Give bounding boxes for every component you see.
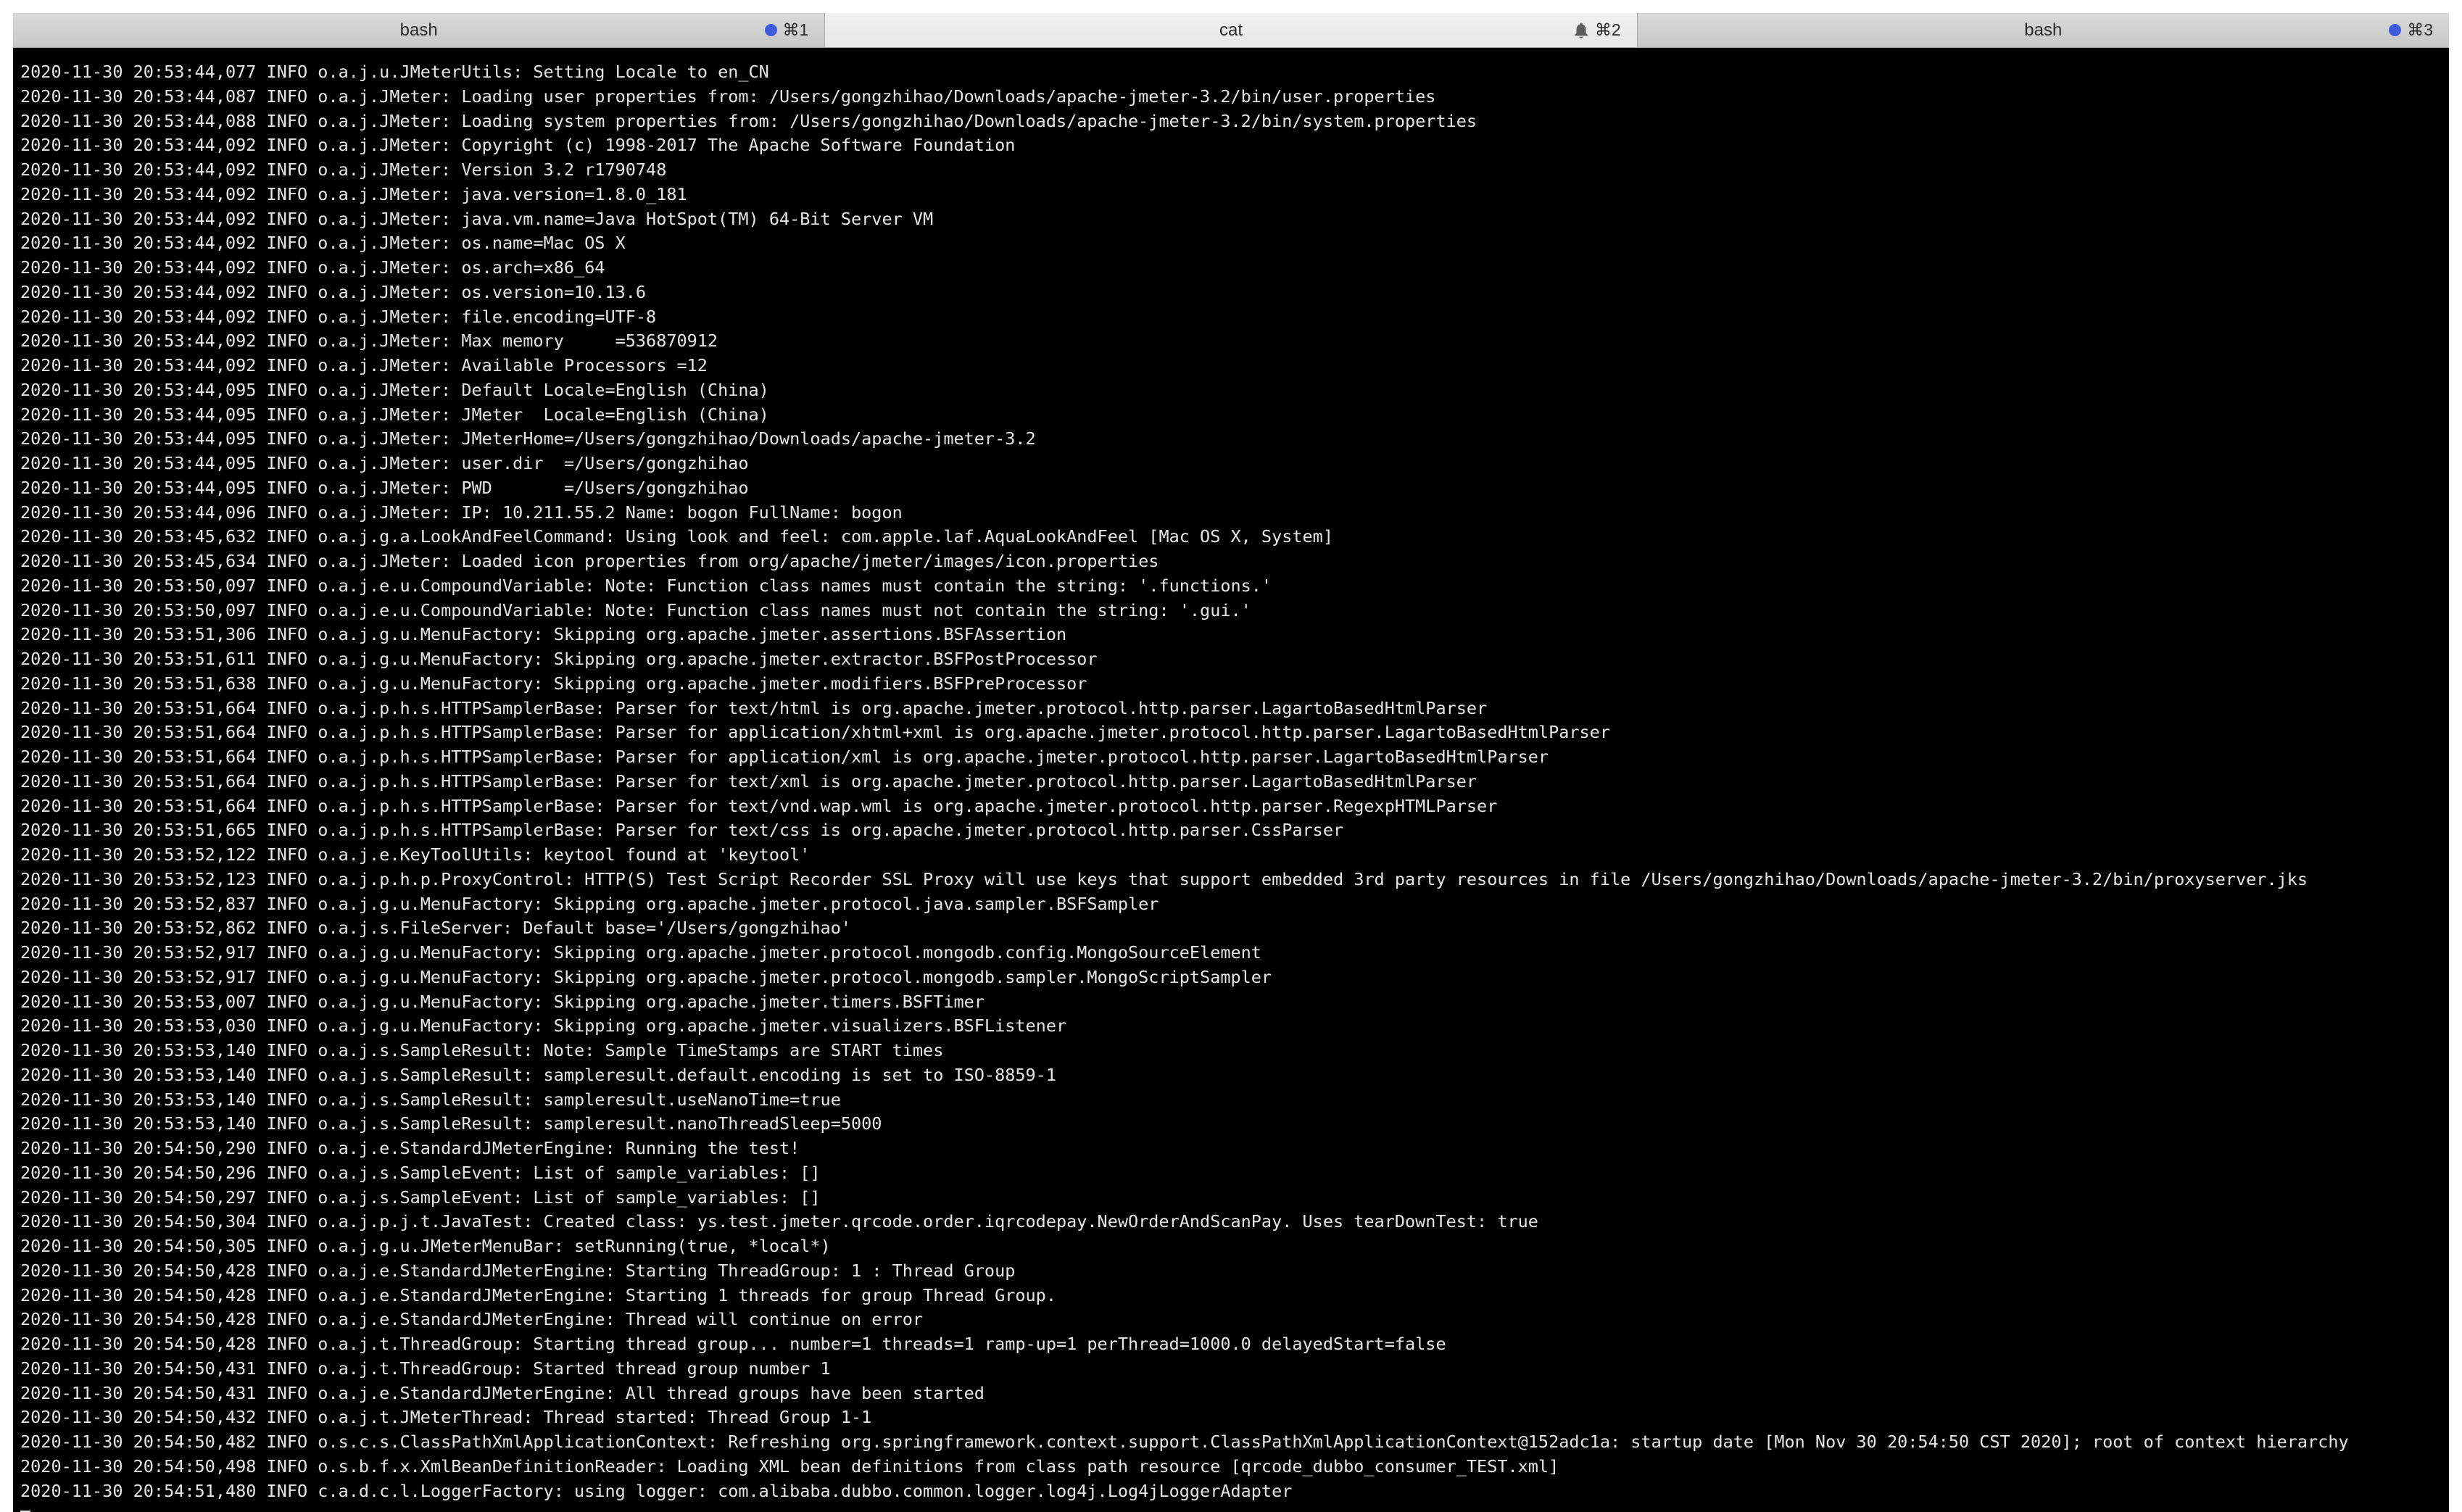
tab-2[interactable]: cat ⌘2 [825,13,1638,47]
terminal-line: 2020-11-30 20:54:50,428 INFO o.a.j.e.Sta… [20,1260,1016,1281]
terminal-line: 2020-11-30 20:54:50,428 INFO o.a.j.e.Sta… [20,1309,924,1330]
terminal-line: 2020-11-30 20:53:45,632 INFO o.a.j.g.a.L… [20,526,1333,547]
terminal-line: 2020-11-30 20:54:50,296 INFO o.a.j.s.Sam… [20,1162,821,1183]
terminal-line: 2020-11-30 20:53:44,092 INFO o.a.j.JMete… [20,355,708,375]
terminal-line: 2020-11-30 20:53:51,664 INFO o.a.j.p.h.s… [20,770,1477,792]
tab-title: bash [399,20,438,40]
terminal-line: 2020-11-30 20:53:50,097 INFO o.a.j.e.u.C… [20,599,1251,620]
terminal-line: 2020-11-30 20:53:52,123 INFO o.a.j.p.h.p… [20,868,2308,889]
terminal-line: 2020-11-30 20:53:51,306 INFO o.a.j.g.u.M… [20,624,1067,645]
terminal-line: 2020-11-30 20:53:44,087 INFO o.a.j.JMete… [20,86,1436,107]
terminal-line: 2020-11-30 20:54:50,432 INFO o.a.j.t.JMe… [20,1407,872,1428]
tab-indicator-group: ⌘2 [1573,13,1621,47]
tab-title: bash [2024,20,2063,40]
terminal-line: 2020-11-30 20:53:44,095 INFO o.a.j.JMete… [20,428,1036,449]
terminal-line: 2020-11-30 20:53:44,095 INFO o.a.j.JMete… [20,477,749,498]
terminal-line: 2020-11-30 20:53:44,092 INFO o.a.j.JMete… [20,331,718,352]
tab-1[interactable]: bash ⌘1 [13,13,826,47]
terminal-line: 2020-11-30 20:53:51,638 INFO o.a.j.g.u.M… [20,673,1087,694]
terminal-line: 2020-11-30 20:53:44,092 INFO o.a.j.JMete… [20,208,934,229]
terminal-line: 2020-11-30 20:53:44,088 INFO o.a.j.JMete… [20,110,1477,131]
terminal-line: 2020-11-30 20:53:44,092 INFO o.a.j.JMete… [20,306,657,327]
terminal-line: 2020-11-30 20:54:51,480 INFO c.a.d.c.l.L… [20,1480,1293,1501]
terminal-line: 2020-11-30 20:53:44,092 INFO o.a.j.JMete… [20,281,647,302]
tab-indicator-group: ⌘3 [2389,13,2433,47]
terminal-line: 2020-11-30 20:53:44,096 INFO o.a.j.JMete… [20,502,903,523]
terminal-line: 2020-11-30 20:53:44,092 INFO o.a.j.JMete… [20,183,687,204]
terminal-line: 2020-11-30 20:53:44,092 INFO o.a.j.JMete… [20,233,626,254]
terminal-line: 2020-11-30 20:54:50,431 INFO o.a.j.e.Sta… [20,1382,985,1403]
terminal-line: 2020-11-30 20:53:44,092 INFO o.a.j.JMete… [20,257,605,278]
terminal-line: 2020-11-30 20:53:52,122 INFO o.a.j.e.Key… [20,844,811,865]
terminal-line: 2020-11-30 20:54:50,431 INFO o.a.j.t.Thr… [20,1358,831,1379]
tab-shortcut: ⌘3 [2407,20,2433,39]
tab-indicator-group: ⌘1 [764,13,809,47]
bell-icon [1575,22,1588,38]
terminal-line: 2020-11-30 20:53:51,664 INFO o.a.j.p.h.s… [20,795,1498,816]
tab-3[interactable]: bash ⌘3 [1637,13,2449,47]
terminal-line: 2020-11-30 20:53:53,140 INFO o.a.j.s.Sam… [20,1040,944,1060]
terminal-line: 2020-11-30 20:53:51,611 INFO o.a.j.g.u.M… [20,649,1098,669]
terminal-line: 2020-11-30 20:53:50,097 INFO o.a.j.e.u.C… [20,575,1272,596]
terminal-line: 2020-11-30 20:53:53,140 INFO o.a.j.s.Sam… [20,1089,841,1110]
terminal-line: 2020-11-30 20:53:52,917 INFO o.a.j.g.u.M… [20,966,1272,987]
terminal-line: 2020-11-30 20:53:44,092 INFO o.a.j.JMete… [20,135,1016,156]
terminal-line: 2020-11-30 20:53:44,095 INFO o.a.j.JMete… [20,379,769,400]
terminal-line: 2020-11-30 20:53:45,634 INFO o.a.j.JMete… [20,551,1159,571]
terminal-window: bash ⌘1 cat ⌘2 bash ⌘3 2020-11-30 20:53:… [13,13,2449,1512]
terminal-line: 2020-11-30 20:54:50,482 INFO o.s.c.s.Cla… [20,1432,2349,1452]
terminal-line: 2020-11-30 20:53:51,664 INFO o.a.j.p.h.s… [20,697,1488,718]
activity-dot-icon [764,24,777,36]
terminal-line: 2020-11-30 20:54:50,428 INFO o.a.j.t.Thr… [20,1334,1446,1354]
prompt-line [20,1503,2449,1512]
terminal-line: 2020-11-30 20:54:50,290 INFO o.a.j.e.Sta… [20,1138,800,1158]
terminal-line: 2020-11-30 20:54:50,297 INFO o.a.j.s.Sam… [20,1187,821,1208]
terminal-line: 2020-11-30 20:54:50,428 INFO o.a.j.e.Sta… [20,1284,1056,1305]
tab-shortcut: ⌘1 [782,20,809,39]
terminal-line: 2020-11-30 20:53:53,030 INFO o.a.j.g.u.M… [20,1015,1067,1037]
terminal-line: 2020-11-30 20:53:51,664 INFO o.a.j.p.h.s… [20,747,1549,767]
terminal-line: 2020-11-30 20:53:52,862 INFO o.a.j.s.Fil… [20,918,852,939]
terminal-line: 2020-11-30 20:53:51,665 INFO o.a.j.p.h.s… [20,820,1344,841]
tab-bar: bash ⌘1 cat ⌘2 bash ⌘3 [13,13,2449,48]
terminal-line: 2020-11-30 20:53:53,007 INFO o.a.j.g.u.M… [20,991,985,1012]
terminal-line: 2020-11-30 20:54:50,304 INFO o.a.j.p.j.t… [20,1211,1538,1232]
activity-dot-icon [2389,24,2402,36]
terminal-line: 2020-11-30 20:54:50,305 INFO o.a.j.g.u.J… [20,1236,831,1256]
terminal-line: 2020-11-30 20:54:50,498 INFO o.s.b.f.x.X… [20,1455,1559,1476]
terminal-line: 2020-11-30 20:53:44,077 INFO o.a.j.u.JMe… [20,62,769,82]
terminal-line: 2020-11-30 20:53:44,092 INFO o.a.j.JMete… [20,159,667,180]
terminal-line: 2020-11-30 20:53:52,917 INFO o.a.j.g.u.M… [20,942,1261,963]
terminal-line: 2020-11-30 20:53:44,095 INFO o.a.j.JMete… [20,404,769,425]
tab-title: cat [1219,20,1243,40]
terminal-line: 2020-11-30 20:53:53,140 INFO o.a.j.s.Sam… [20,1113,882,1134]
terminal-line: 2020-11-30 20:53:51,664 INFO o.a.j.p.h.s… [20,722,1610,743]
tab-shortcut: ⌘2 [1594,20,1621,39]
terminal-line: 2020-11-30 20:53:52,837 INFO o.a.j.g.u.M… [20,893,1159,914]
terminal-line: 2020-11-30 20:53:44,095 INFO o.a.j.JMete… [20,453,749,473]
terminal-output[interactable]: 2020-11-30 20:53:44,077 INFO o.a.j.u.JMe… [13,48,2449,1512]
terminal-line: 2020-11-30 20:53:53,140 INFO o.a.j.s.Sam… [20,1064,1056,1085]
